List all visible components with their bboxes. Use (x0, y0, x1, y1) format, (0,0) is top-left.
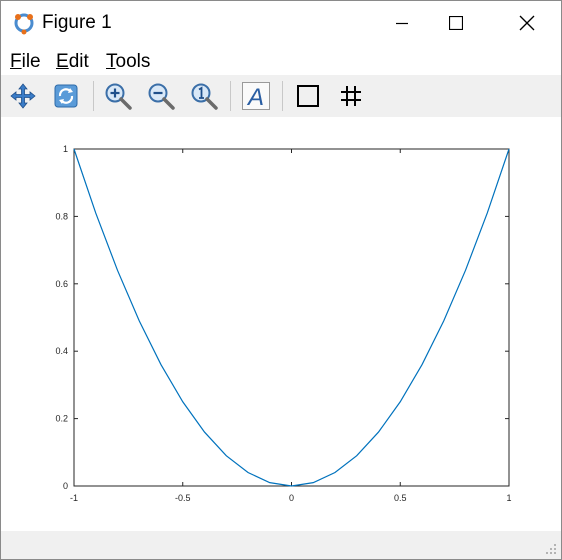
toolbar-separator (230, 81, 231, 111)
text-a-icon: A (242, 82, 270, 111)
axes-box (73, 148, 510, 487)
series-line (73, 148, 510, 487)
zoom-in-button[interactable] (101, 79, 135, 113)
y-tick-label: 0 (63, 481, 68, 491)
box-icon (297, 85, 319, 107)
figure-toolbar: A (1, 75, 561, 117)
x-tick-label: -1 (70, 493, 78, 503)
minimize-icon (396, 22, 408, 25)
series-group (73, 148, 510, 487)
toggle-box-button[interactable] (291, 79, 325, 113)
plot-svg[interactable]: -1 -0.5 0 0.5 1 0 0.2 0.4 0.6 0.8 1 (1, 117, 561, 531)
toolbar-separator (93, 81, 94, 111)
menu-tools[interactable]: Tools (106, 51, 150, 73)
zoom-in-icon (105, 83, 132, 110)
close-button[interactable] (504, 1, 550, 45)
y-tick-label: 0.6 (55, 279, 68, 289)
x-tick-label: 0.5 (394, 493, 407, 503)
y-tick-label: 0.2 (55, 414, 68, 424)
insert-text-button[interactable]: A (239, 79, 273, 113)
rotate-button[interactable] (49, 79, 83, 113)
toggle-grid-button[interactable] (334, 79, 368, 113)
minimize-button[interactable] (379, 1, 425, 45)
close-icon (519, 15, 535, 31)
pan-icon (10, 83, 36, 109)
y-tick-label: 0.8 (55, 211, 68, 221)
axis-ticks (73, 148, 510, 487)
rotate-icon (54, 84, 78, 108)
svg-text:A: A (246, 84, 264, 111)
toolbar-separator (282, 81, 283, 111)
zoom-out-button[interactable] (144, 79, 178, 113)
title-bar[interactable]: Figure 1 (1, 1, 561, 45)
zoom-reset-button[interactable] (187, 79, 221, 113)
menu-file[interactable]: File (10, 51, 41, 73)
figure-window: Figure 1 File Edit Tools A -1 -0.5 0 0.5… (0, 0, 562, 560)
x-tick-label: -0.5 (175, 493, 191, 503)
y-tick-label: 1 (63, 144, 68, 154)
zoom-out-icon (148, 83, 175, 110)
pan-button[interactable] (6, 79, 40, 113)
maximize-icon (449, 16, 463, 30)
menu-edit[interactable]: Edit (56, 51, 89, 73)
figure-canvas[interactable]: -1 -0.5 0 0.5 1 0 0.2 0.4 0.6 0.8 1 (1, 117, 561, 531)
x-tick-label: 0 (289, 493, 294, 503)
y-tick-label: 0.4 (55, 346, 68, 356)
menu-bar: File Edit Tools (1, 47, 561, 75)
status-bar (1, 531, 561, 559)
maximize-button[interactable] (433, 1, 479, 45)
grid-icon (341, 86, 361, 106)
zoom-reset-icon (191, 83, 218, 110)
resize-grip-icon[interactable] (545, 543, 557, 555)
octave-logo-icon (14, 13, 34, 35)
window-title: Figure 1 (42, 12, 112, 33)
x-tick-label: 1 (506, 493, 511, 503)
